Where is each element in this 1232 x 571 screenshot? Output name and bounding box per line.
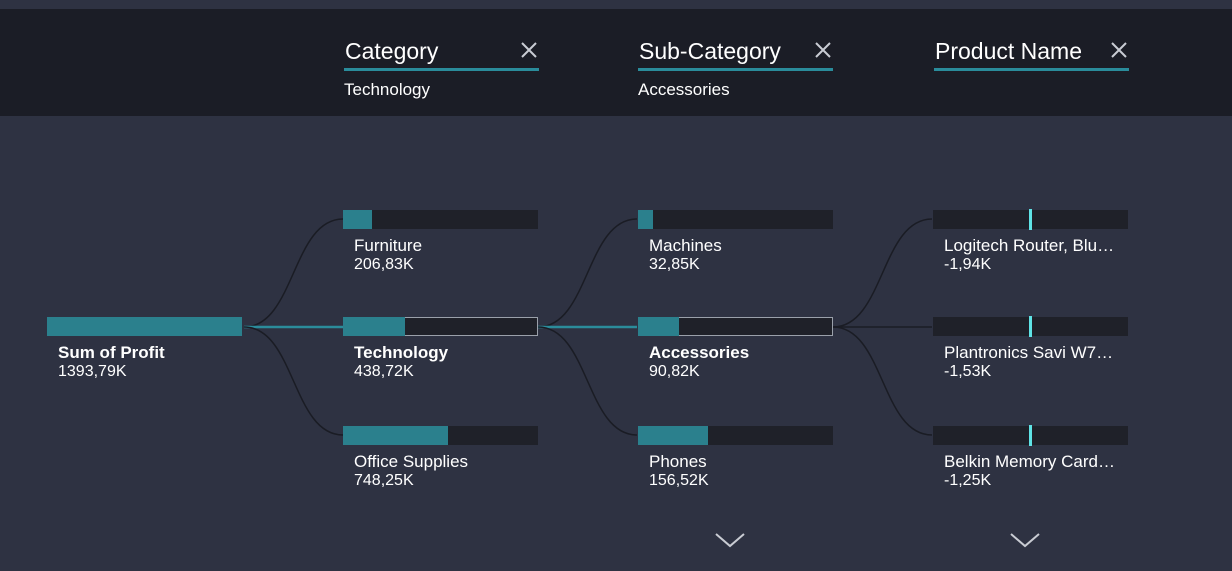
node-value: -1,25K xyxy=(944,472,992,489)
node-label: Accessories xyxy=(649,343,750,362)
node-value: 32,85K xyxy=(649,256,700,273)
node-label: Plantronics Savi W7… xyxy=(944,343,1114,362)
node-furniture[interactable]: Furniture 206,83K xyxy=(343,210,539,274)
level-header-category: Category Technology xyxy=(344,36,539,100)
node-bar xyxy=(933,209,1128,230)
node-product-belkin-memory-card[interactable]: Belkin Memory Card… -1,25K xyxy=(933,425,1129,490)
node-sum-of-profit[interactable]: Sum of Profit 1393,79K xyxy=(47,317,243,381)
node-label: Machines xyxy=(649,236,722,255)
node-label: Logitech Router, Blu… xyxy=(944,236,1115,255)
level-value-sub-category: Accessories xyxy=(638,80,730,99)
level-header-sub-category: Sub-Category Accessories xyxy=(638,36,833,100)
node-label: Belkin Memory Card… xyxy=(944,452,1115,471)
chevron-down-icon[interactable] xyxy=(1009,531,1041,549)
bar-fill xyxy=(343,426,448,445)
node-value: -1,53K xyxy=(944,363,992,380)
node-value: 206,83K xyxy=(354,256,414,273)
node-office-supplies[interactable]: Office Supplies 748,25K xyxy=(343,426,539,490)
node-label: Sum of Profit xyxy=(58,343,165,362)
node-label: Technology xyxy=(354,343,449,362)
node-label: Office Supplies xyxy=(354,452,469,471)
bar-marker xyxy=(1029,209,1032,230)
node-bar xyxy=(638,426,833,445)
node-product-plantronics-savi[interactable]: Plantronics Savi W7… -1,53K xyxy=(933,316,1129,381)
level-title-category: Category xyxy=(345,38,439,64)
node-product-logitech-router[interactable]: Logitech Router, Blu… -1,94K xyxy=(933,209,1129,274)
node-technology[interactable]: Technology 438,72K xyxy=(343,317,539,381)
level-title-product-name: Product Name xyxy=(935,38,1083,64)
node-value: 156,52K xyxy=(649,472,709,489)
close-icon[interactable] xyxy=(1109,40,1129,60)
node-label: Furniture xyxy=(354,236,423,255)
node-phones[interactable]: Phones 156,52K xyxy=(638,426,834,490)
level-title-sub-category: Sub-Category xyxy=(639,38,781,64)
node-value: 438,72K xyxy=(354,363,414,380)
bar-fill xyxy=(47,317,242,336)
level-title-row: Category xyxy=(344,36,539,71)
node-value: 90,82K xyxy=(649,363,700,380)
node-accessories[interactable]: Accessories 90,82K xyxy=(638,317,834,381)
bar-marker xyxy=(1029,316,1032,337)
level-title-row: Product Name xyxy=(934,36,1129,71)
bar-marker xyxy=(1029,425,1032,446)
node-value: 748,25K xyxy=(354,472,414,489)
chevron-down-icon[interactable] xyxy=(714,531,746,549)
node-value: 1393,79K xyxy=(58,363,127,380)
bar-fill xyxy=(638,317,679,336)
node-bar xyxy=(933,425,1128,446)
close-icon[interactable] xyxy=(813,40,833,60)
node-bar xyxy=(343,210,538,229)
node-machines[interactable]: Machines 32,85K xyxy=(638,210,834,274)
level-title-row: Sub-Category xyxy=(638,36,833,71)
node-bar xyxy=(638,317,833,336)
close-icon[interactable] xyxy=(519,40,539,60)
node-bar xyxy=(638,210,833,229)
node-bar xyxy=(343,426,538,445)
bar-fill xyxy=(343,210,372,229)
bar-fill xyxy=(343,317,405,336)
node-bar xyxy=(933,316,1128,337)
level-header-bar: Category Technology Sub-Category Accesso… xyxy=(0,9,1232,116)
node-label: Phones xyxy=(649,452,707,471)
node-bar xyxy=(47,317,242,336)
level-value-category: Technology xyxy=(344,80,431,99)
node-value: -1,94K xyxy=(944,256,992,273)
top-strip xyxy=(0,0,1232,9)
decomposition-tree: Sum of Profit 1393,79K Furniture 206,83K… xyxy=(0,116,1232,571)
level-header-product-name: Product Name xyxy=(934,36,1129,80)
node-bar xyxy=(343,317,538,336)
bar-fill xyxy=(638,426,708,445)
bar-fill xyxy=(638,210,653,229)
